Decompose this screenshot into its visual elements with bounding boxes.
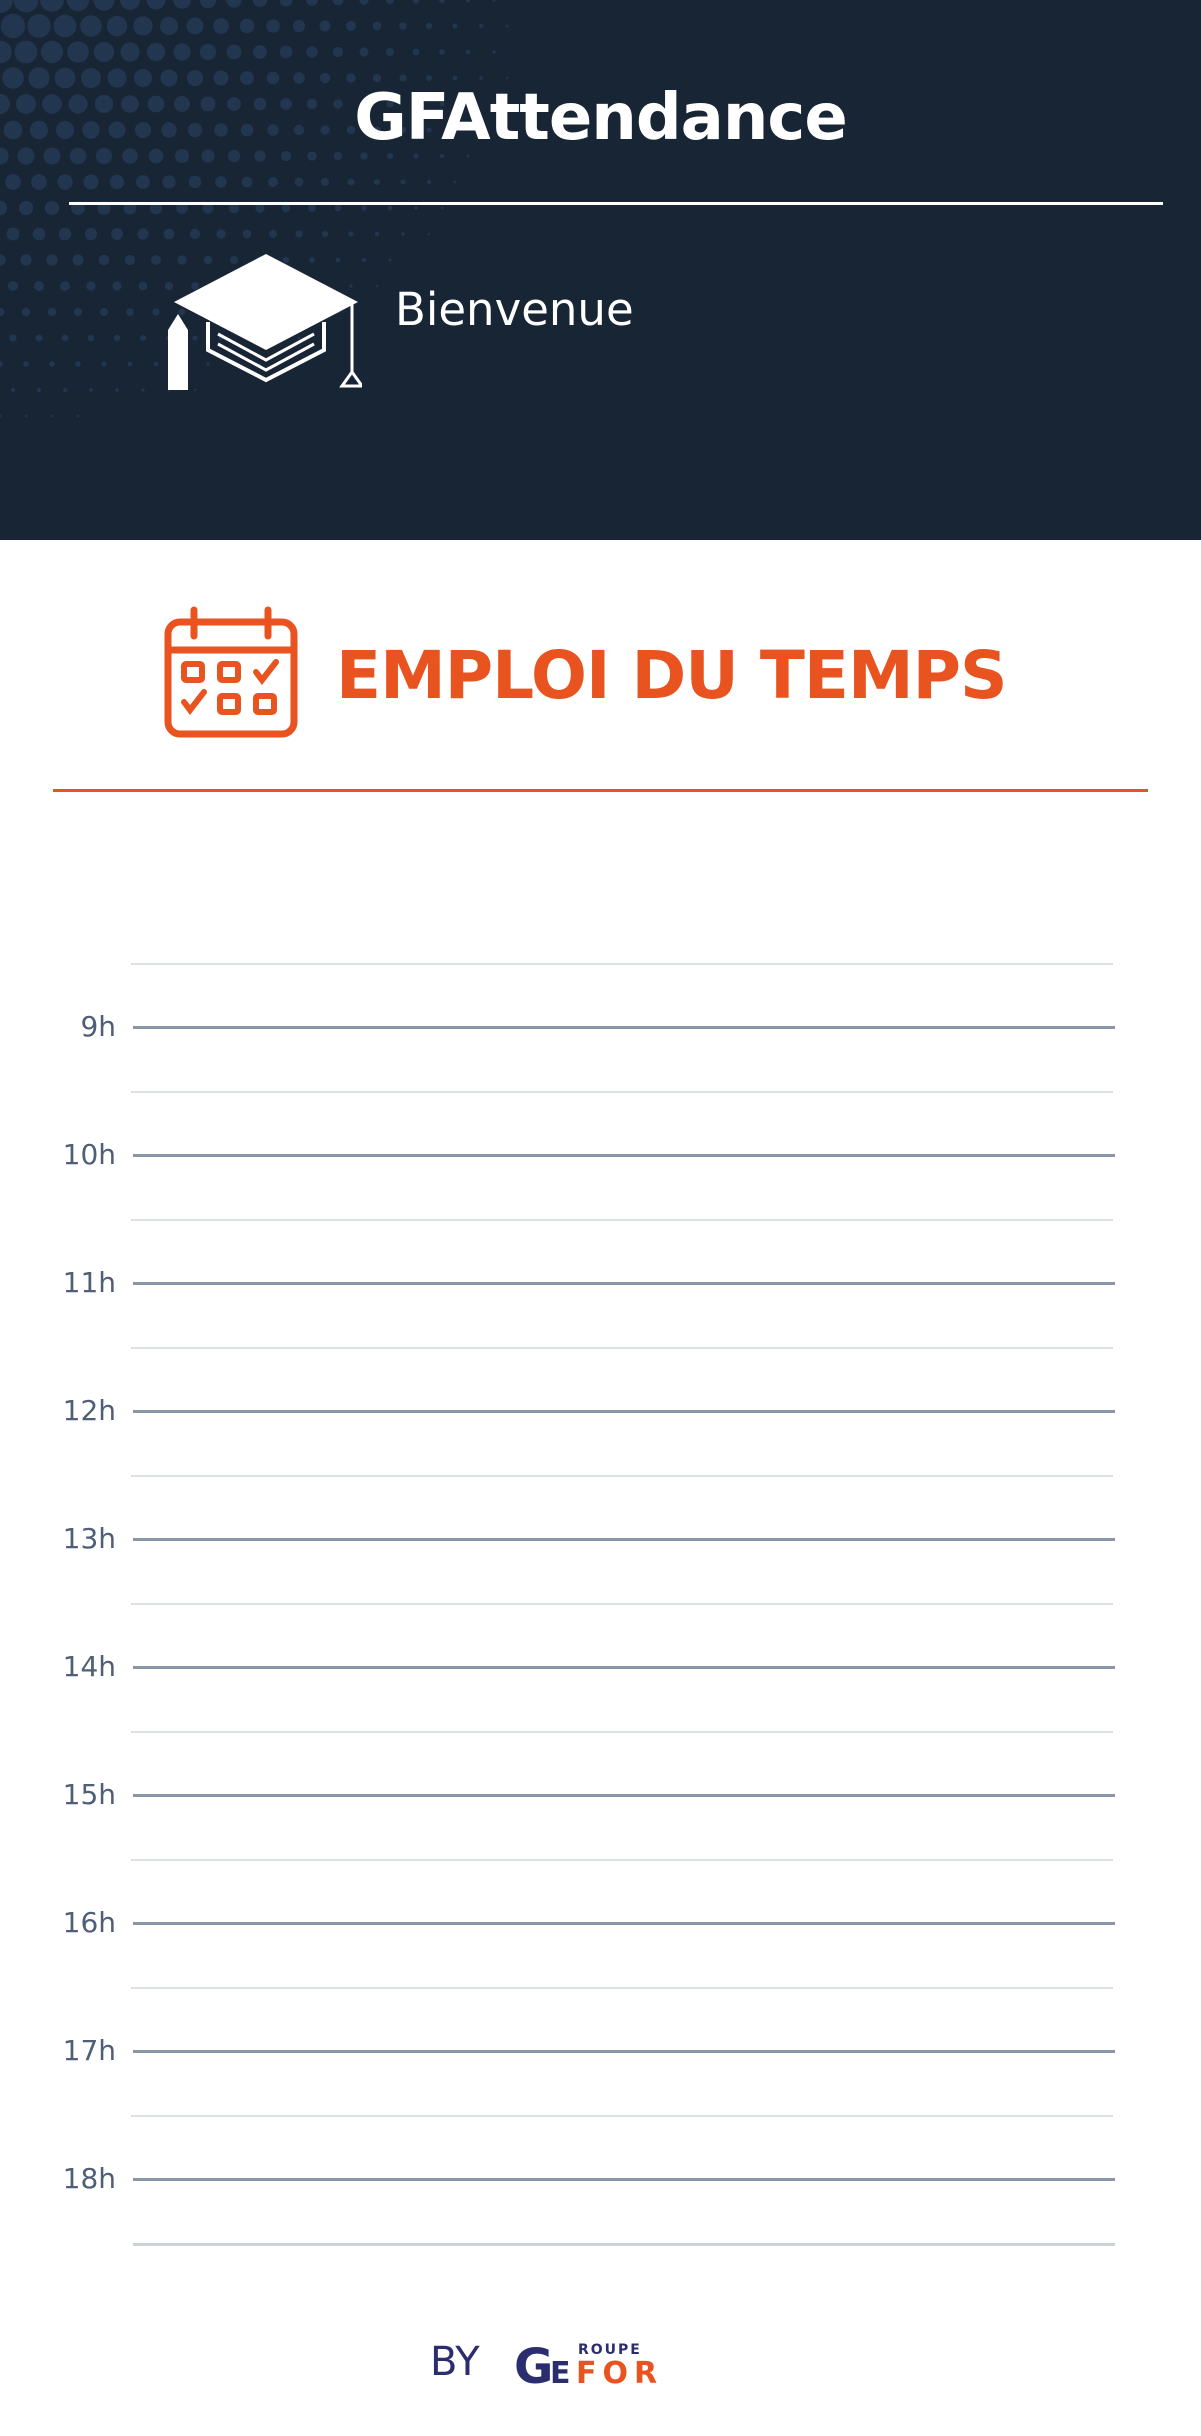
hour-line xyxy=(133,2178,1115,2181)
by-label: BY xyxy=(430,2339,480,2385)
half-hour-line xyxy=(131,2115,1113,2117)
hour-line xyxy=(133,1538,1115,1541)
footer: BY G ROUPE E FOR xyxy=(0,2332,1201,2392)
hour-line xyxy=(133,1154,1115,1157)
timetable-row: 13h xyxy=(0,1475,1201,1603)
timetable-row: 16h xyxy=(0,1859,1201,1987)
timetable-row: 10h xyxy=(0,1091,1201,1219)
hour-line xyxy=(133,1026,1115,1029)
timetable-row: 9h xyxy=(0,963,1201,1091)
hour-label: 18h xyxy=(62,2162,116,2195)
half-hour-line xyxy=(131,1731,1113,1733)
timetable-row: 14h xyxy=(0,1603,1201,1731)
hour-label: 10h xyxy=(62,1138,116,1171)
half-hour-line xyxy=(131,1987,1113,1989)
hour-label: 13h xyxy=(62,1522,116,1555)
timetable-grid: 9h 10h 11h 12h 13h 14h 15h 16h 17h 18h xyxy=(0,0,1201,2300)
hour-label: 11h xyxy=(62,1266,116,1299)
hour-line xyxy=(133,1922,1115,1925)
hour-label: 15h xyxy=(62,1778,116,1811)
hour-line xyxy=(133,1282,1115,1285)
svg-text:FOR: FOR xyxy=(576,2356,663,2388)
hour-label: 16h xyxy=(62,1906,116,1939)
timetable-row: 15h xyxy=(0,1731,1201,1859)
half-hour-line xyxy=(131,1475,1113,1477)
timetable-row: 18h xyxy=(0,2115,1201,2243)
half-hour-line xyxy=(131,1859,1113,1861)
timetable-row: 11h xyxy=(0,1219,1201,1347)
hour-label: 12h xyxy=(62,1394,116,1427)
hour-line xyxy=(133,1666,1115,1669)
hour-line xyxy=(133,1410,1115,1413)
half-hour-line xyxy=(131,963,1113,965)
groupe-gefor-logo: G ROUPE E FOR xyxy=(514,2340,663,2388)
hour-line xyxy=(133,2050,1115,2053)
hour-label: 14h xyxy=(62,1650,116,1683)
half-hour-line xyxy=(131,1603,1113,1605)
half-hour-line xyxy=(131,1347,1113,1349)
hour-label: 9h xyxy=(80,1010,116,1043)
timetable-end-line xyxy=(133,2243,1115,2246)
half-hour-line xyxy=(131,1219,1113,1221)
hour-label: 17h xyxy=(62,2034,116,2067)
half-hour-line xyxy=(131,1091,1113,1093)
svg-text:E: E xyxy=(550,2356,571,2388)
timetable-row: 17h xyxy=(0,1987,1201,2115)
timetable-row: 12h xyxy=(0,1347,1201,1475)
hour-line xyxy=(133,1794,1115,1797)
svg-text:G: G xyxy=(514,2340,553,2388)
